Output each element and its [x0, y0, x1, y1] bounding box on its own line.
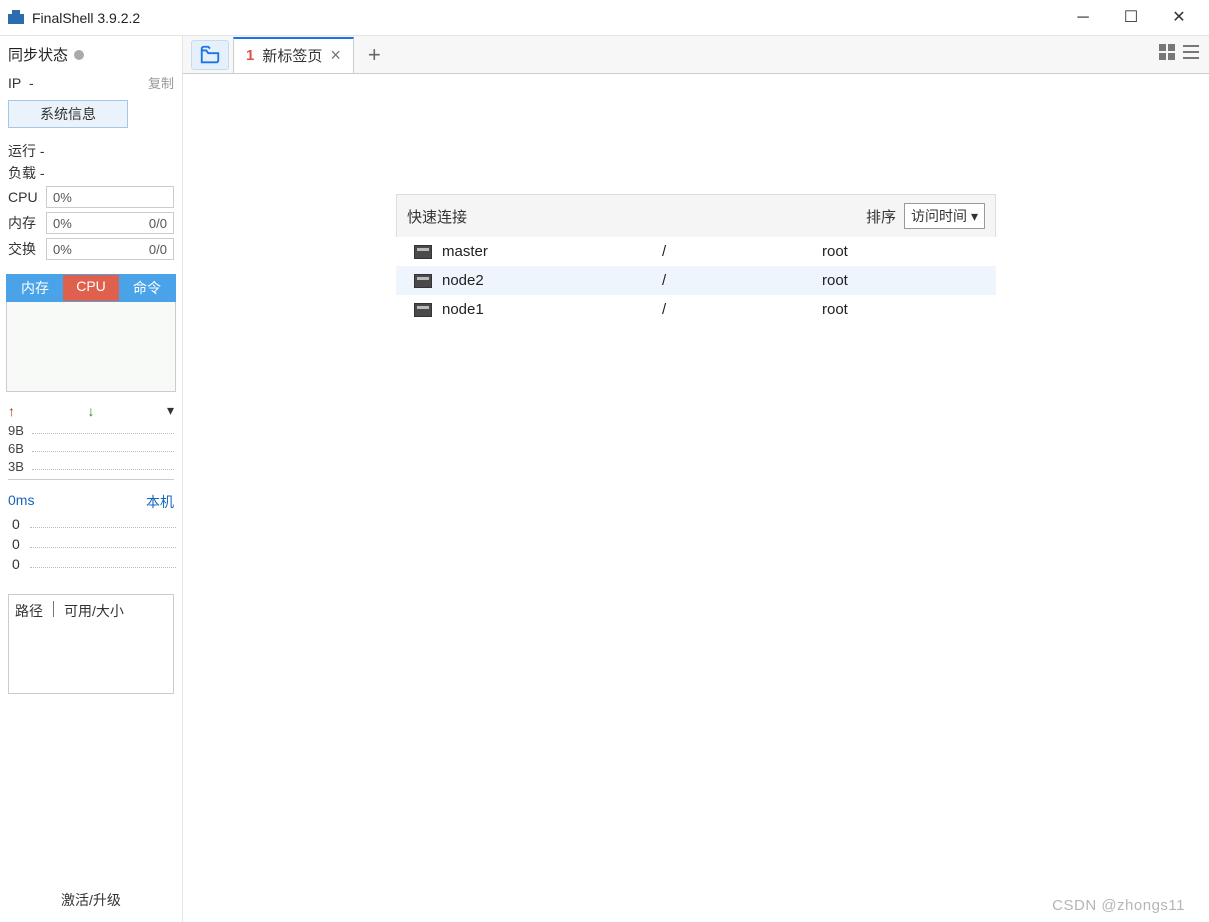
connection-user: root: [822, 301, 848, 318]
tabbar: 1 新标签页 × +: [183, 36, 1209, 74]
tab-new[interactable]: 1 新标签页 ×: [233, 37, 354, 73]
mem-label: 内存: [8, 213, 42, 233]
copy-button[interactable]: 复制: [148, 73, 174, 92]
close-tab-icon[interactable]: ×: [330, 45, 341, 66]
swap-value-left: 0%: [53, 242, 72, 257]
minimize-button[interactable]: ─: [1073, 10, 1093, 26]
latency-tick: 0: [12, 516, 20, 532]
grid-view-icon[interactable]: [1159, 44, 1175, 65]
connection-name: node2: [442, 272, 662, 289]
latency-tick: 0: [12, 536, 20, 552]
mem-value-left: 0%: [53, 216, 72, 231]
tab-cpu[interactable]: CPU: [63, 275, 119, 301]
connection-path: /: [662, 301, 822, 318]
maximize-button[interactable]: ☐: [1121, 10, 1141, 26]
quick-connect-row[interactable]: master / root: [396, 237, 996, 266]
ip-row: IP - 复制: [8, 73, 174, 92]
upload-arrow-icon: ↑: [8, 403, 15, 419]
ip-label: IP: [8, 75, 21, 91]
sort-value: 访问时间: [911, 206, 967, 226]
sync-status: 同步状态: [8, 44, 174, 65]
system-info-button[interactable]: 系统信息: [8, 100, 128, 128]
graph-tick: 3B: [8, 459, 32, 474]
quick-connect-panel: 快速连接 排序 访问时间 ▾ master / root: [396, 194, 996, 324]
path-header-path: 路径: [15, 601, 43, 621]
content-area: 1 新标签页 × + 快速连接 排序 访问时间: [183, 36, 1209, 922]
ip-value: -: [29, 75, 34, 91]
load-line: 负载 -: [8, 163, 174, 183]
latency-tick: 0: [12, 556, 20, 572]
connection-path: /: [662, 243, 822, 260]
terminal-icon: [414, 274, 432, 288]
terminal-icon: [414, 245, 432, 259]
quick-connect-row[interactable]: node1 / root: [396, 295, 996, 324]
tab-command[interactable]: 命令: [119, 275, 175, 301]
cpu-label: CPU: [8, 189, 42, 205]
quick-connect-title: 快速连接: [407, 206, 467, 227]
mem-value-right: 0/0: [149, 216, 167, 231]
connection-name: master: [442, 243, 662, 260]
latency-graph: 0 0 0: [6, 514, 176, 574]
watermark: CSDN @zhongs11: [1052, 897, 1185, 914]
latency-row: 0ms 本机: [8, 492, 174, 512]
quick-connect-row[interactable]: node2 / root: [396, 266, 996, 295]
graph-tick: 9B: [8, 423, 32, 438]
sort-label: 排序: [866, 206, 896, 227]
download-arrow-icon: ↓: [87, 403, 94, 419]
sync-status-dot-icon: [74, 50, 84, 60]
window-controls: ─ ☐ ✕: [1073, 10, 1201, 26]
sort-select[interactable]: 访问时间 ▾: [904, 203, 985, 229]
menu-icon[interactable]: [1183, 44, 1199, 65]
add-tab-button[interactable]: +: [358, 42, 391, 68]
titlebar: FinalShell 3.9.2.2 ─ ☐ ✕: [0, 0, 1209, 36]
swap-label: 交换: [8, 239, 42, 259]
tab-number: 1: [246, 47, 254, 64]
connection-path: /: [662, 272, 822, 289]
app-icon: [8, 10, 24, 26]
path-box: 路径 可用/大小: [8, 594, 174, 694]
graph-tick: 6B: [8, 441, 32, 456]
connection-user: root: [822, 243, 848, 260]
terminal-icon: [414, 303, 432, 317]
path-header-size: 可用/大小: [64, 601, 124, 621]
chevron-down-icon: ▾: [971, 208, 978, 225]
running-line: 运行 -: [8, 141, 174, 161]
swap-meter: 交换 0% 0/0: [8, 238, 174, 260]
monitor-chart: [6, 302, 176, 392]
connection-user: root: [822, 272, 848, 289]
close-button[interactable]: ✕: [1169, 10, 1189, 26]
sidebar: 同步状态 IP - 复制 系统信息 运行 - 负载 - CPU 0% 内存 0%…: [0, 36, 183, 922]
net-arrows: ↑ ↓ ▾: [6, 402, 176, 419]
connection-name: node1: [442, 301, 662, 318]
swap-value-right: 0/0: [149, 242, 167, 257]
mem-meter: 内存 0% 0/0: [8, 212, 174, 234]
tab-label: 新标签页: [262, 45, 322, 66]
local-label[interactable]: 本机: [146, 492, 174, 512]
quick-connect-list: master / root node2 / root node1 / root: [396, 237, 996, 324]
activate-upgrade-link[interactable]: 激活/升级: [6, 882, 176, 914]
open-connection-manager-button[interactable]: [191, 40, 229, 70]
window-title: FinalShell 3.9.2.2: [32, 10, 1073, 26]
cpu-value: 0%: [53, 190, 72, 205]
cpu-meter: CPU 0%: [8, 186, 174, 208]
net-graph: 9B 6B 3B: [8, 421, 174, 480]
dropdown-arrow-icon[interactable]: ▾: [167, 402, 174, 419]
tab-memory[interactable]: 内存: [7, 275, 63, 301]
folder-open-icon: [199, 44, 221, 66]
sync-status-label: 同步状态: [8, 44, 68, 65]
quick-connect-header: 快速连接 排序 访问时间 ▾: [396, 194, 996, 237]
latency-value: 0ms: [8, 492, 34, 512]
monitor-tabs: 内存 CPU 命令: [6, 274, 176, 302]
